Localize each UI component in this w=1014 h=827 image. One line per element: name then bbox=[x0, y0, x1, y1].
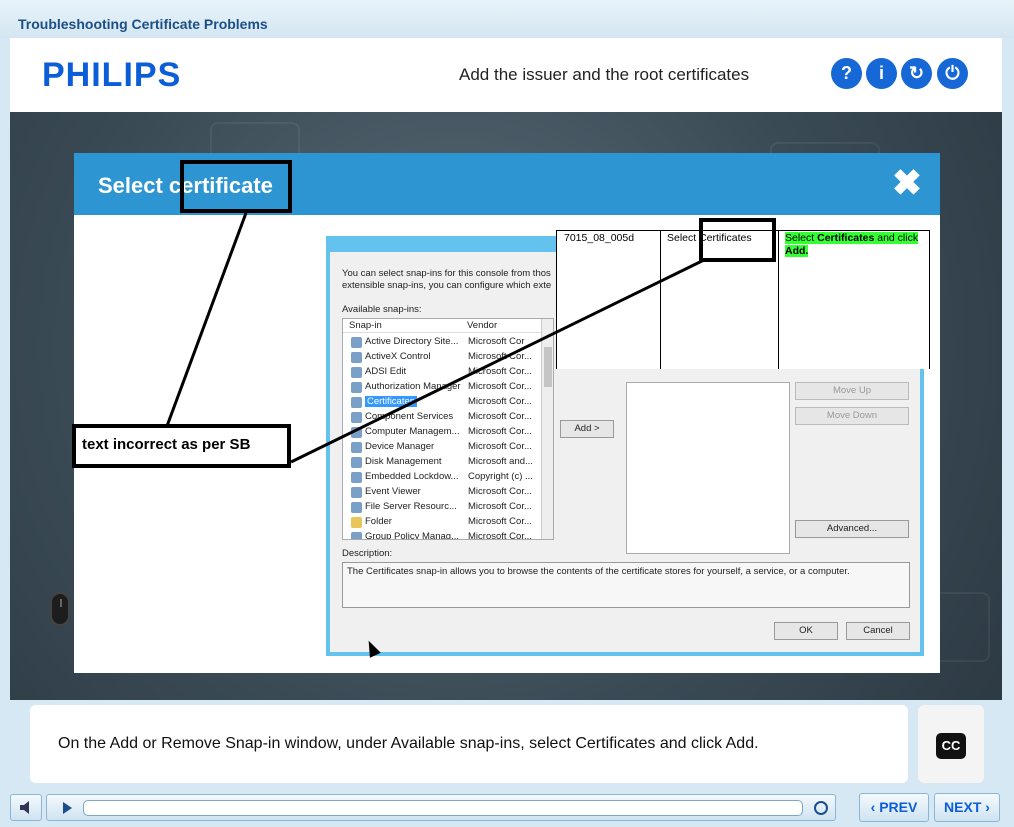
seek-bar-container bbox=[46, 794, 836, 821]
callout-line bbox=[290, 258, 705, 464]
prev-button[interactable]: ‹ PREV bbox=[859, 793, 929, 822]
chevron-left-icon: ‹ bbox=[870, 799, 880, 815]
chevron-right-icon: › bbox=[981, 799, 990, 815]
callout-line bbox=[165, 212, 248, 427]
volume-button[interactable] bbox=[10, 794, 42, 821]
caption-text: On the Add or Remove Snap-in window, und… bbox=[58, 735, 759, 752]
callout-lines bbox=[165, 212, 705, 464]
reload-icon[interactable] bbox=[809, 795, 833, 820]
playback-controls: ‹ PREV NEXT › bbox=[0, 790, 1014, 827]
cc-panel: CC bbox=[918, 705, 984, 783]
play-icon[interactable] bbox=[53, 795, 83, 820]
prev-label: PREV bbox=[879, 799, 918, 815]
next-button[interactable]: NEXT › bbox=[934, 793, 1000, 822]
review-annotation: text incorrect as per SB bbox=[72, 424, 291, 468]
next-label: NEXT bbox=[944, 799, 982, 815]
closed-captions-button[interactable]: CC bbox=[936, 733, 966, 759]
caption-panel: On the Add or Remove Snap-in window, und… bbox=[30, 705, 908, 783]
seek-bar[interactable] bbox=[83, 800, 803, 816]
speaker-icon bbox=[20, 801, 29, 814]
